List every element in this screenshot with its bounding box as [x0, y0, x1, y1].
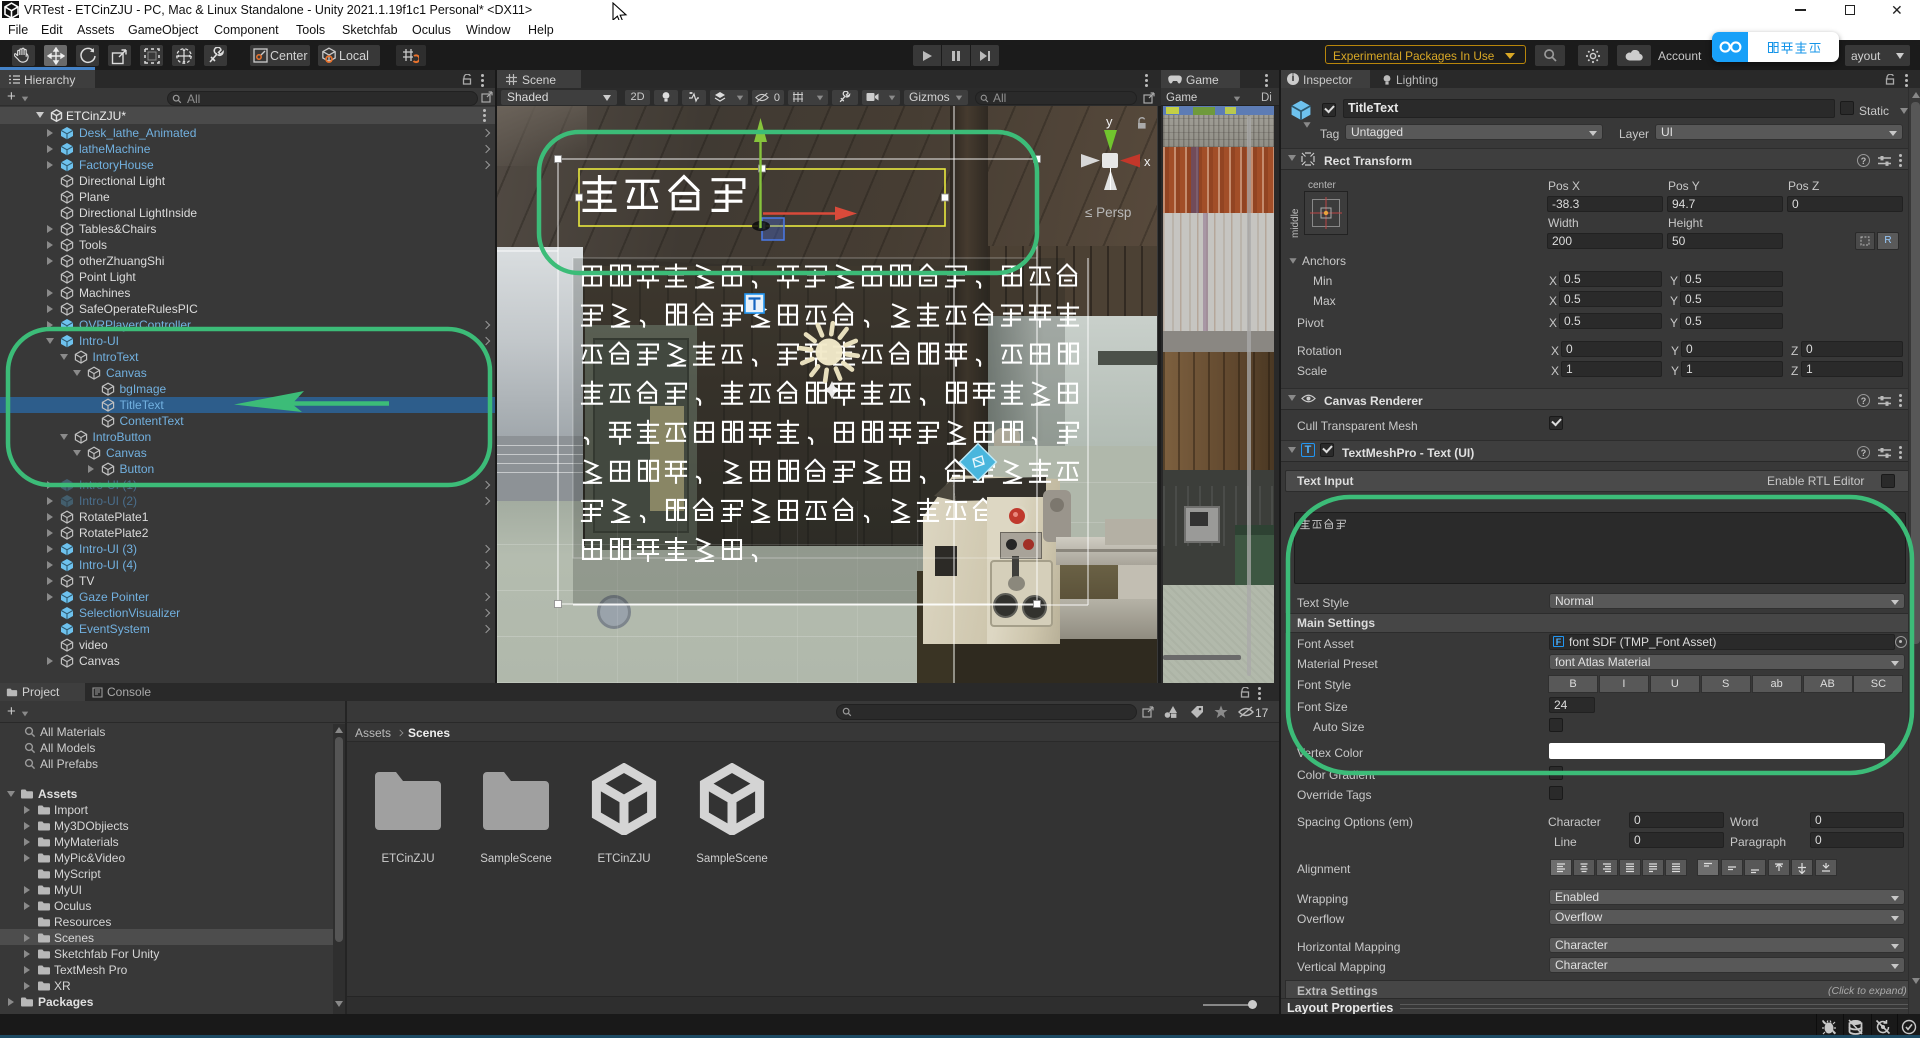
- svg-text:y: y: [1106, 114, 1113, 129]
- svg-text:x: x: [1144, 154, 1151, 169]
- svg-text:≤ Persp: ≤ Persp: [1085, 205, 1131, 220]
